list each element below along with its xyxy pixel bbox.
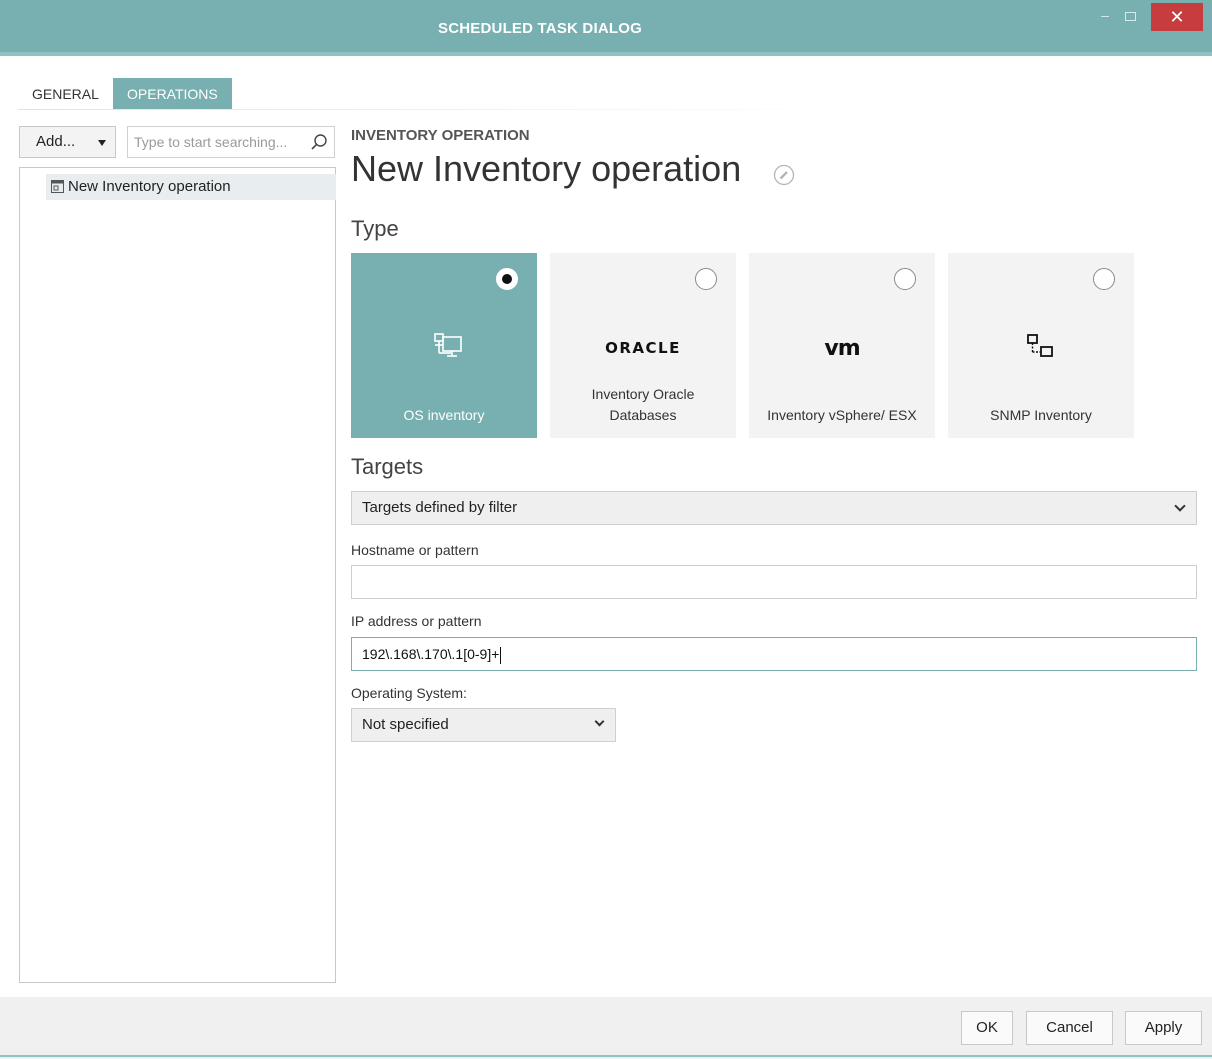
hostname-label: Hostname or pattern	[351, 542, 479, 558]
oracle-logo: ORACLE	[605, 339, 681, 357]
maximize-icon	[1124, 12, 1136, 21]
close-button[interactable]: ✕	[1151, 3, 1203, 31]
tab-general[interactable]: GENERAL	[18, 78, 113, 110]
chevron-down-icon	[98, 140, 106, 146]
title-bar-strip	[0, 52, 1212, 56]
chevron-down-icon	[594, 716, 605, 727]
radio-oracle[interactable]	[695, 268, 717, 290]
operation-icon	[51, 180, 64, 193]
type-option-oracle[interactable]: ORACLE Inventory Oracle Databases	[550, 253, 736, 438]
tab-divider	[18, 109, 858, 110]
chevron-down-icon	[1174, 500, 1186, 512]
ip-address-value: 192\.168\.170\.1[0-9]+	[362, 646, 500, 662]
text-cursor	[500, 646, 502, 664]
type-option-label: Inventory Oracle Databases	[591, 386, 695, 423]
operating-system-label: Operating System:	[351, 685, 467, 701]
add-button-label: Add...	[36, 133, 76, 150]
type-option-os-inventory[interactable]: OS inventory	[351, 253, 537, 438]
cancel-button[interactable]: Cancel	[1026, 1011, 1113, 1045]
radio-vsphere[interactable]	[894, 268, 916, 290]
search-icon[interactable]	[310, 133, 328, 151]
title-bar: SCHEDULED TASK DIALOG – ✕	[0, 0, 1212, 56]
type-section-title: Type	[351, 216, 399, 241]
hostname-field[interactable]	[351, 565, 1197, 599]
type-option-label: Inventory vSphere/ ESX	[767, 407, 917, 423]
footer-accent-line	[0, 1055, 1212, 1057]
ip-address-label: IP address or pattern	[351, 613, 482, 629]
ip-address-field[interactable]: 192\.168\.170\.1[0-9]+	[351, 637, 1197, 671]
search-input[interactable]	[128, 127, 298, 157]
operating-system-value: Not specified	[362, 716, 449, 733]
ok-button[interactable]: OK	[961, 1011, 1013, 1045]
snmp-icon	[948, 333, 1134, 363]
apply-button[interactable]: Apply	[1125, 1011, 1202, 1045]
type-option-label: SNMP Inventory	[990, 407, 1092, 423]
operation-name: New Inventory operation	[351, 148, 742, 189]
maximize-button[interactable]	[1116, 4, 1144, 30]
type-option-label: OS inventory	[403, 407, 485, 423]
type-option-snmp[interactable]: SNMP Inventory	[948, 253, 1134, 438]
tree-item-label: New Inventory operation	[68, 178, 231, 195]
type-option-vsphere[interactable]: vm Inventory vSphere/ ESX	[749, 253, 935, 438]
vmware-logo: vm	[824, 335, 860, 361]
operating-system-select[interactable]: Not specified	[351, 708, 616, 742]
computer-network-icon	[351, 333, 537, 363]
edit-name-icon[interactable]	[773, 164, 795, 186]
operations-tree: New Inventory operation	[19, 167, 336, 983]
tree-item-new-inventory-operation[interactable]: New Inventory operation	[46, 174, 336, 200]
search-box[interactable]	[127, 126, 335, 158]
targets-section-title: Targets	[351, 454, 424, 479]
minimize-button[interactable]: –	[1094, 4, 1116, 30]
targets-mode-value: Targets defined by filter	[362, 499, 518, 516]
targets-mode-select[interactable]: Targets defined by filter	[351, 491, 1197, 525]
window-title: SCHEDULED TASK DIALOG	[438, 20, 642, 37]
operation-kicker: INVENTORY OPERATION	[351, 127, 530, 144]
tab-operations[interactable]: OPERATIONS	[113, 78, 232, 110]
add-dropdown-button[interactable]: Add...	[19, 126, 116, 158]
radio-os-inventory[interactable]	[496, 268, 518, 290]
radio-snmp[interactable]	[1093, 268, 1115, 290]
